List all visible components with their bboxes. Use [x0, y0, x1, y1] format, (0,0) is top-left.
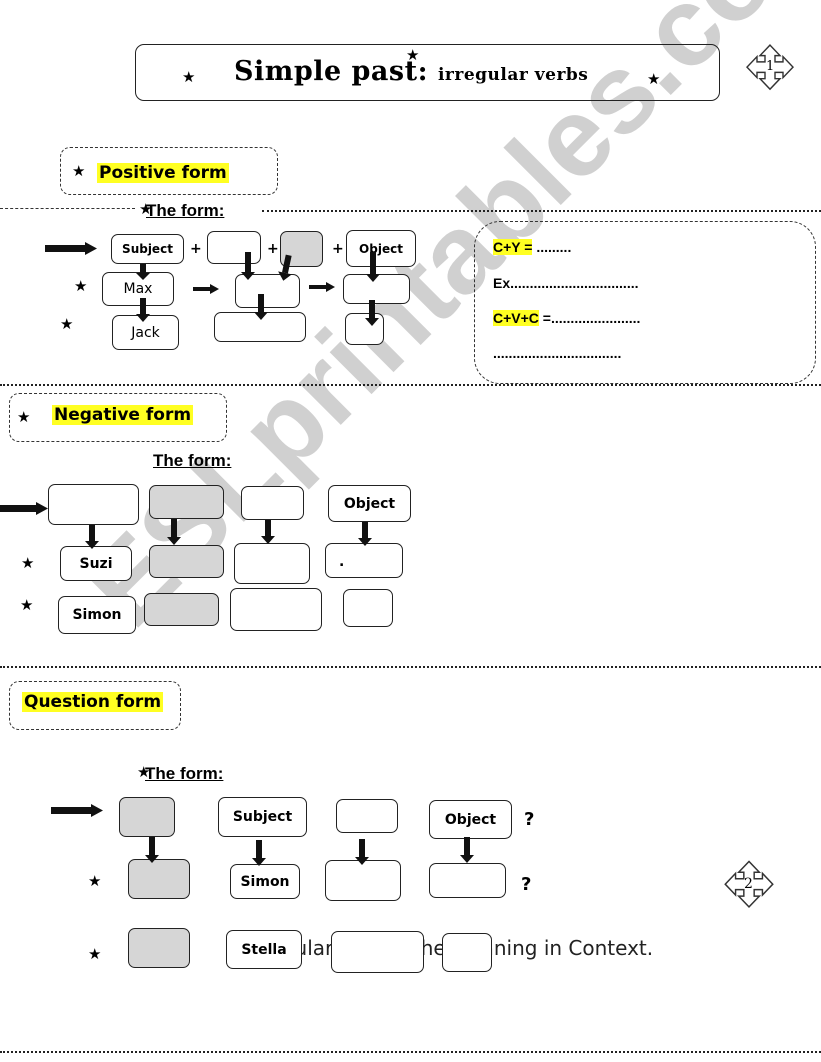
- down-arrow-icon: [136, 298, 150, 322]
- pointer-arrow-icon: [51, 804, 103, 817]
- title-main: Simple past:: [234, 56, 429, 87]
- answer-box[interactable]: [234, 543, 310, 584]
- subject-box: Subject: [218, 797, 307, 837]
- rule-line-2: Ex.................................: [493, 275, 639, 291]
- title-sub: irregular verbs: [437, 65, 589, 85]
- star-icon: ★: [74, 277, 88, 295]
- question-mark: ?: [521, 874, 532, 895]
- answer-box[interactable]: [230, 588, 322, 631]
- down-arrow-icon: [254, 294, 268, 320]
- question-heading: Question form: [22, 692, 164, 712]
- down-arrow-icon: [85, 525, 99, 549]
- star-icon: ★: [88, 945, 102, 963]
- plus-sign: +: [190, 241, 202, 257]
- down-arrow-icon: [365, 300, 379, 326]
- down-arrow-icon: [241, 252, 255, 280]
- form-label: The form:: [146, 201, 225, 220]
- arrow-right-icon: [193, 284, 219, 294]
- example-simon: Simon: [58, 596, 136, 634]
- object-box: Object: [429, 800, 512, 839]
- star-icon: ★: [647, 70, 661, 88]
- down-arrow-icon: [366, 252, 380, 282]
- positive-heading: Positive form: [97, 163, 229, 183]
- plus-sign: +: [267, 241, 279, 257]
- divider-dashed-right: [262, 210, 821, 212]
- down-arrow-icon: [358, 522, 372, 546]
- answer-box[interactable]: [331, 931, 424, 973]
- answer-box-gray[interactable]: [149, 545, 224, 578]
- object-box: Object: [328, 485, 411, 522]
- auxiliary-box[interactable]: [119, 797, 175, 837]
- dot-mark: .: [339, 554, 345, 570]
- down-arrow-icon: [252, 840, 266, 866]
- down-arrow-icon: [261, 520, 275, 544]
- star-icon: ★: [20, 596, 34, 614]
- example-simon: Simon: [230, 864, 300, 899]
- example-suzi: Suzi: [60, 546, 132, 581]
- form-label: The form:: [153, 451, 232, 470]
- rule-line-1: C+Y = .........: [493, 239, 572, 255]
- example-stella: Stella: [226, 930, 302, 969]
- answer-box-gray[interactable]: [128, 859, 190, 899]
- down-arrow-icon: [145, 837, 159, 863]
- page-number: 1: [766, 59, 775, 74]
- verb-box[interactable]: [336, 799, 398, 833]
- down-arrow-icon: [460, 837, 474, 863]
- plus-sign: +: [332, 241, 344, 257]
- star-icon: ★: [60, 315, 74, 333]
- rule-line-4: .................................: [493, 345, 622, 361]
- divider-dashed-left: [0, 208, 135, 209]
- star-icon: ★: [21, 554, 35, 572]
- star-icon: ★: [182, 68, 196, 86]
- answer-box[interactable]: [442, 933, 492, 972]
- answer-box[interactable]: .: [325, 543, 403, 578]
- form-label: The form:: [145, 764, 224, 783]
- answer-box-gray[interactable]: [144, 593, 219, 626]
- page-title: Simple past: irregular verbs: [234, 56, 588, 87]
- answer-box[interactable]: [325, 860, 401, 901]
- pointer-arrow-icon: [45, 242, 97, 255]
- subject-box[interactable]: [48, 484, 139, 525]
- star-icon: ★: [88, 872, 102, 890]
- rule-line-3: C+V+C =.......................: [493, 310, 641, 326]
- section-divider: [0, 666, 821, 668]
- star-icon: ★: [17, 408, 31, 426]
- section-divider: [0, 384, 821, 386]
- negative-heading: Negative form: [52, 405, 194, 425]
- down-arrow-icon: [167, 519, 181, 545]
- page-number: 2: [744, 876, 753, 892]
- verb-box[interactable]: [241, 486, 304, 520]
- star-icon: ★: [72, 162, 86, 180]
- page-bottom-divider: [0, 1051, 821, 1053]
- answer-box[interactable]: [429, 863, 506, 898]
- down-arrow-icon: [355, 839, 369, 865]
- arrow-right-icon: [309, 282, 335, 292]
- down-arrow-icon: [136, 264, 150, 280]
- subject-box: Subject: [111, 234, 184, 264]
- auxiliary-box[interactable]: [149, 485, 224, 519]
- answer-box-gray[interactable]: [128, 928, 190, 968]
- pointer-arrow-icon: [0, 502, 48, 515]
- object-box: Object: [346, 230, 416, 267]
- question-mark: ?: [524, 809, 535, 830]
- answer-box[interactable]: [343, 589, 393, 627]
